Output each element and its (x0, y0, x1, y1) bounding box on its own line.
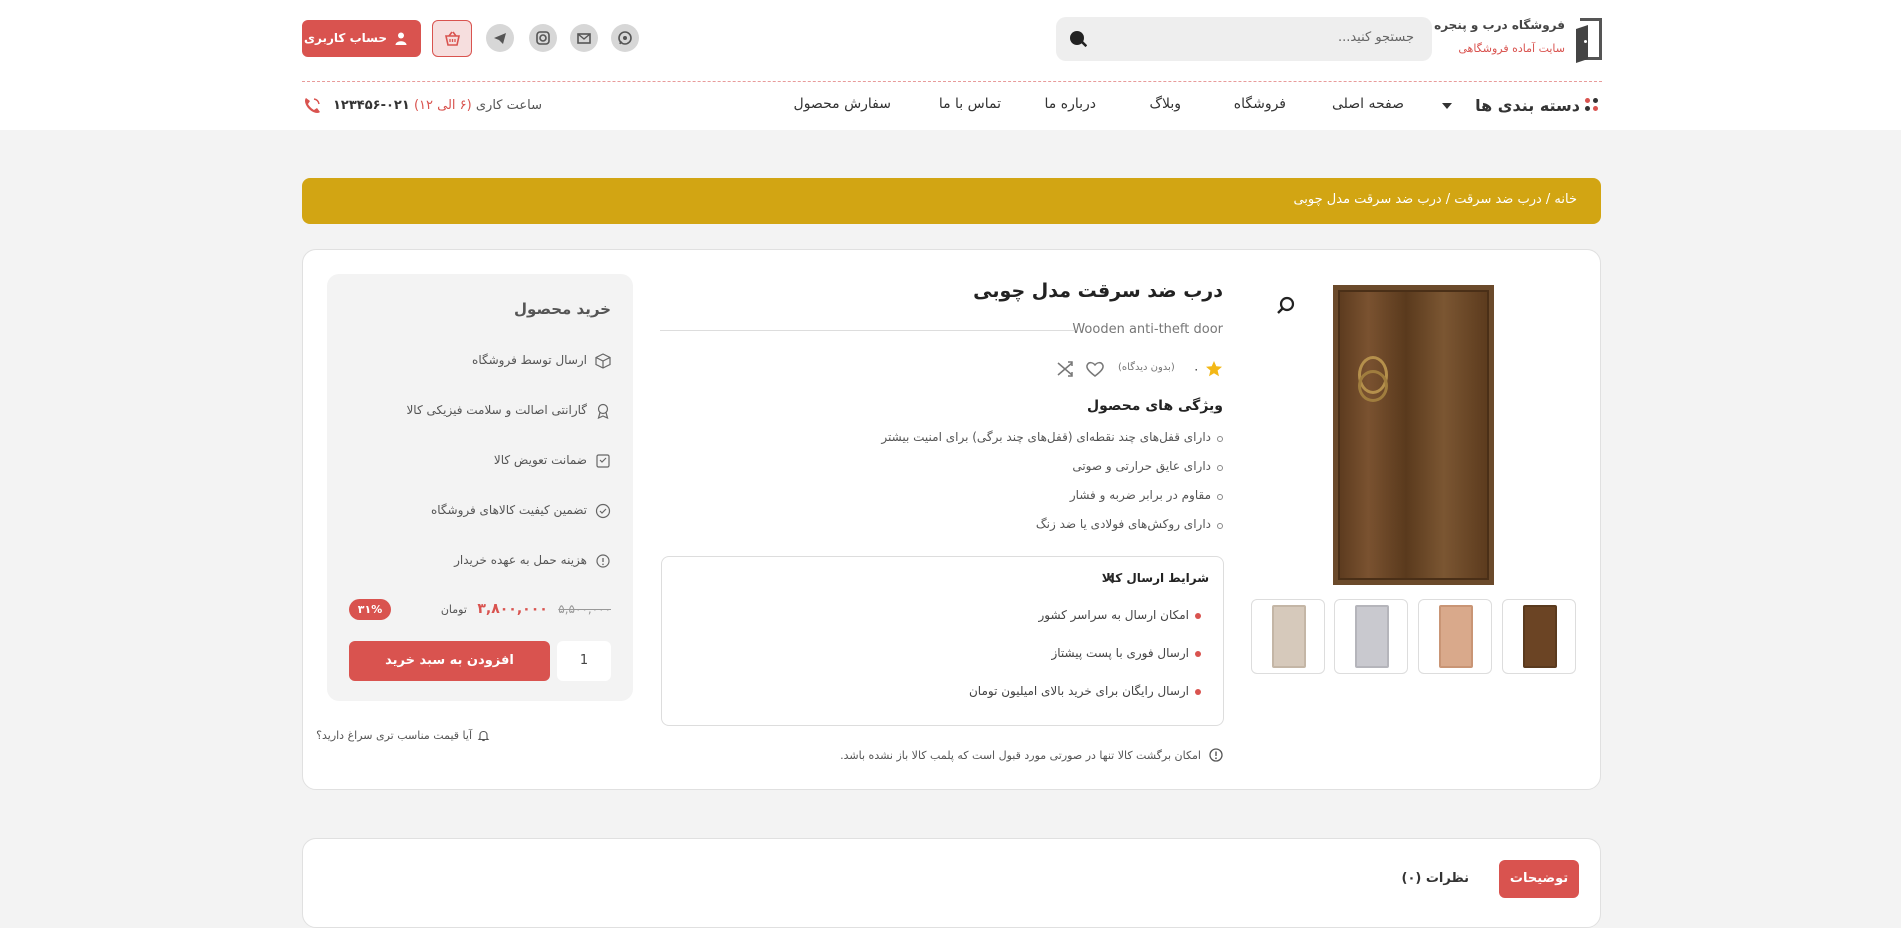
cart-button[interactable] (432, 20, 472, 57)
phone-number[interactable]: ۰۲۱-۱۲۳۴۵۶ (333, 98, 410, 113)
review-count[interactable]: (بدون دیدگاه) (1118, 362, 1175, 373)
badge-icon (597, 403, 609, 419)
current-price: ۳,۸۰۰,۰۰۰ (477, 601, 548, 617)
package-icon (595, 353, 611, 369)
buy-box: خرید محصول ارسال توسط فروشگاه گارانتی اص… (327, 274, 633, 701)
chevron-down-icon[interactable] (1442, 103, 1452, 109)
search-box[interactable]: جستجو کنید... (1056, 17, 1432, 61)
shipping-box: شرایط ارسال کالا امکان ارسال به سراسر کش… (661, 556, 1224, 726)
hours-label: ساعت کاری (475, 98, 542, 113)
info-icon (1209, 748, 1223, 762)
nav-order[interactable]: سفارش محصول (794, 96, 891, 112)
tab-description[interactable]: توضیحات (1499, 860, 1579, 898)
compare-icon[interactable] (1056, 360, 1074, 378)
brand-logo[interactable] (1580, 18, 1602, 60)
shipping-list: امکان ارسال به سراسر کشور ارسال فوری با … (969, 608, 1202, 722)
product-title-en: Wooden anti-theft door (1072, 322, 1223, 337)
price-row: ۵,۵۰۰,۰۰۰ ۳,۸۰۰,۰۰۰ تومان (441, 601, 611, 617)
hours-value: (۶ الی ۱۲) (413, 98, 472, 113)
working-hours: ساعت کاری (۶ الی ۱۲) ۰۲۱-۱۲۳۴۵۶ (302, 96, 542, 116)
return-policy-note: امکان برگشت کالا تنها در صورتی مورد قبول… (840, 748, 1223, 762)
thumbnail-door (1439, 605, 1473, 668)
old-price: ۵,۵۰۰,۰۰۰ (558, 602, 611, 616)
nav-about[interactable]: درباره ما (1045, 96, 1096, 112)
thumbnail-door (1272, 605, 1306, 668)
return-policy-text: امکان برگشت کالا تنها در صورتی مورد قبول… (840, 749, 1201, 762)
buy-feature: هزینه حمل به عهده خریدار (454, 553, 611, 571)
product-main-image[interactable] (1333, 285, 1494, 585)
buy-feature-label: گارانتی اصالت و سلامت فیزیکی کالا (406, 403, 587, 417)
feature-item: دارای عایق حرارتی و صوتی (803, 459, 1223, 488)
product-title: درب ضد سرقت مدل چوبی (973, 280, 1223, 302)
basket-icon (445, 31, 460, 46)
thumbnail-door (1355, 605, 1389, 668)
buy-feature-label: هزینه حمل به عهده خریدار (454, 553, 587, 567)
phone-icon[interactable] (302, 96, 322, 116)
quality-icon (595, 503, 611, 519)
account-label: حساب کاربری (304, 31, 387, 45)
search-icon[interactable] (1069, 30, 1087, 48)
site-header: فروشگاه درب و پنجره سایت آماده فروشگاهی … (0, 0, 1901, 130)
features-title: ویژگی های محصول (1087, 398, 1223, 414)
instagram-icon[interactable] (529, 24, 557, 52)
shipping-item: ارسال رایگان برای خرید بالای امیلیون توم… (969, 684, 1202, 722)
title-divider (660, 330, 1075, 331)
account-button[interactable]: حساب کاربری (302, 20, 421, 57)
categories-icon[interactable] (1585, 98, 1599, 112)
brand-subtitle: سایت آماده فروشگاهی (1458, 42, 1565, 55)
thumbnail-door (1523, 605, 1557, 668)
buy-feature-label: تضمین کیفیت کالاهای فروشگاه (430, 503, 587, 517)
buy-feature: ضمانت تعویض کالا (494, 453, 611, 471)
tab-reviews[interactable]: نظرات (۰) (1401, 871, 1469, 886)
buy-feature: ارسال توسط فروشگاه (472, 353, 611, 371)
feature-item: دارای روکش‌های فولادی یا ضد زنگ (803, 517, 1223, 546)
telegram-icon[interactable] (486, 24, 514, 52)
star-icon (1206, 361, 1222, 377)
features-list: دارای قفل‌های چند نقطه‌ای (قفل‌های چند ب… (803, 430, 1223, 546)
currency-label: تومان (440, 603, 467, 616)
shipping-cost-icon (596, 554, 610, 568)
zoom-icon[interactable] (1276, 296, 1296, 316)
bell-icon (477, 730, 490, 742)
header-divider (302, 81, 1602, 82)
product-thumbnail[interactable] (1502, 599, 1576, 674)
quantity-input[interactable]: 1 (557, 641, 611, 681)
heart-icon[interactable] (1085, 360, 1105, 378)
nav-contact[interactable]: تماس با ما (939, 96, 1001, 112)
rating-value: ۰ (1193, 362, 1200, 376)
buy-feature: گارانتی اصالت و سلامت فیزیکی کالا (406, 403, 611, 421)
nav-home[interactable]: صفحه اصلی (1332, 96, 1404, 112)
categories-menu[interactable]: دسته بندی ها (1475, 96, 1580, 115)
shipping-item: ارسال فوری با پست پیشتاز (969, 646, 1202, 684)
email-icon[interactable] (570, 24, 598, 52)
breadcrumb[interactable]: خانه / درب ضد سرقت / درب ضد سرقت مدل چوب… (1293, 192, 1577, 207)
add-to-cart-button[interactable]: افزودن به سبد خرید (349, 641, 550, 681)
working-hours-text: ساعت کاری (۶ الی ۱۲) ۰۲۱-۱۲۳۴۵۶ (333, 98, 542, 113)
nav-blog[interactable]: وبلاگ (1149, 96, 1181, 112)
buy-feature: تضمین کیفیت کالاهای فروشگاه (431, 503, 611, 521)
product-thumbnail[interactable] (1251, 599, 1325, 674)
feature-item: دارای قفل‌های چند نقطه‌ای (قفل‌های چند ب… (803, 430, 1223, 459)
breadcrumb-bar: خانه / درب ضد سرقت / درب ضد سرقت مدل چوب… (302, 178, 1601, 224)
cheaper-price-text: آیا قیمت مناسب تری سراغ دارید؟ (316, 729, 472, 742)
feature-item: مقاوم در برابر ضربه و فشار (803, 488, 1223, 517)
buy-feature-label: ضمانت تعویض کالا (493, 453, 587, 467)
search-input[interactable]: جستجو کنید... (1338, 30, 1414, 45)
product-thumbnail[interactable] (1334, 599, 1408, 674)
product-thumbnail[interactable] (1418, 599, 1492, 674)
brand-title[interactable]: فروشگاه درب و پنجره (1434, 18, 1565, 32)
exchange-icon (596, 454, 610, 468)
nav-shop[interactable]: فروشگاه (1234, 96, 1286, 112)
discount-badge: ۳۱% (349, 599, 391, 620)
buy-title: خرید محصول (514, 300, 611, 318)
whatsapp-icon[interactable] (611, 24, 639, 52)
shipping-item: امکان ارسال به سراسر کشور (969, 608, 1202, 646)
cheaper-price-link[interactable]: آیا قیمت مناسب تری سراغ دارید؟ (316, 729, 490, 742)
user-icon (395, 32, 407, 45)
buy-feature-label: ارسال توسط فروشگاه (472, 353, 587, 367)
